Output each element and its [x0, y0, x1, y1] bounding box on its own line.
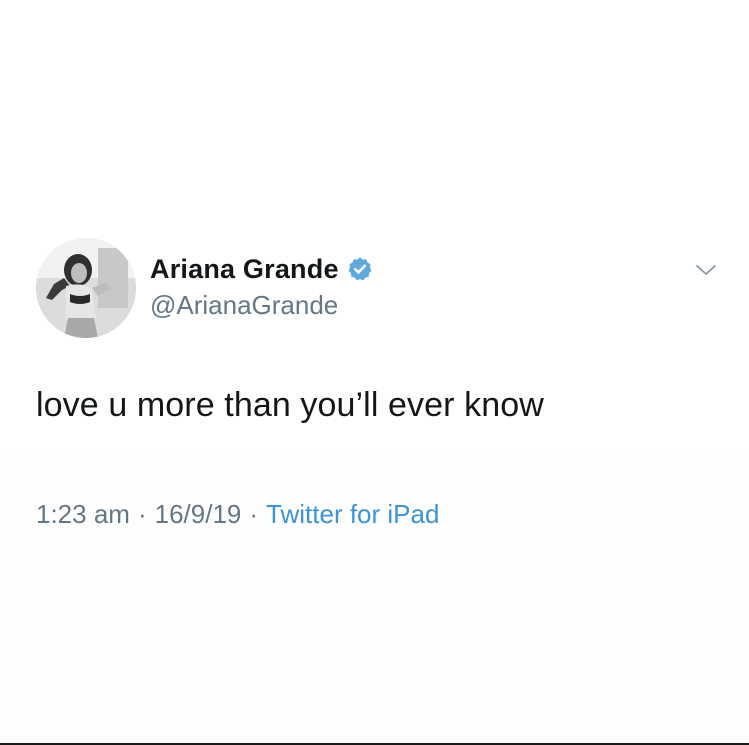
author-handle[interactable]: @ArianaGrande	[150, 290, 373, 321]
display-name[interactable]: Ariana Grande	[150, 254, 339, 285]
profile-photo-icon	[36, 238, 136, 338]
tweet-meta: 1:23 am · 16/9/19 · Twitter for iPad	[36, 499, 726, 530]
author-names: Ariana Grande @ArianaGrande	[150, 252, 373, 321]
tweet-time[interactable]: 1:23 am	[36, 499, 130, 530]
tweet-header: Ariana Grande @ArianaGrande	[36, 238, 726, 338]
tweet-card: Ariana Grande @ArianaGrande love u more …	[36, 238, 726, 530]
verified-badge-icon	[347, 256, 373, 282]
tweet-screenshot: Ariana Grande @ArianaGrande love u more …	[0, 0, 749, 745]
avatar[interactable]	[36, 238, 136, 338]
meta-separator: ·	[137, 499, 147, 529]
tweet-date[interactable]: 16/9/19	[155, 499, 242, 530]
tweet-source-link[interactable]: Twitter for iPad	[266, 499, 439, 530]
meta-separator: ·	[249, 499, 259, 529]
tweet-text: love u more than you’ll ever know	[36, 386, 544, 424]
display-name-row: Ariana Grande	[150, 252, 373, 286]
chevron-down-icon[interactable]	[694, 258, 718, 282]
